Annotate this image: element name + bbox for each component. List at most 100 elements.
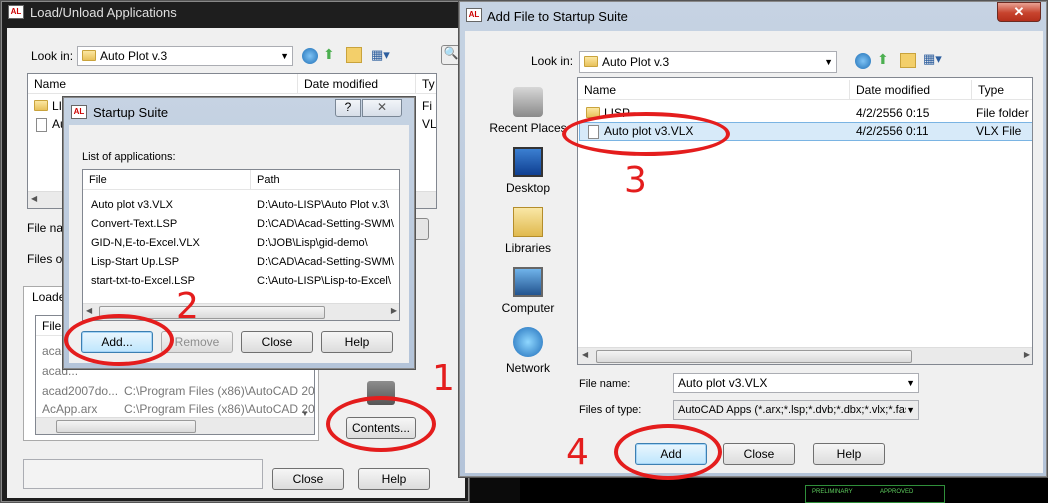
annotation-step-4: 4 <box>566 432 589 473</box>
help-button-label: Help <box>836 447 862 461</box>
place-recent-places[interactable]: Recent Places <box>483 87 573 135</box>
file-row-date: 4/2/2556 0:15 <box>856 106 930 120</box>
view-menu-icon[interactable]: ▦▾ <box>371 47 395 63</box>
back-icon[interactable] <box>302 48 318 64</box>
folder-icon <box>584 56 598 67</box>
desktop-icon <box>513 147 543 177</box>
horizontal-scrollbar[interactable] <box>36 417 314 434</box>
folder-icon <box>82 50 96 61</box>
scroll-down-icon[interactable]: ▼ <box>301 409 309 418</box>
look-in-value: Auto Plot v.3 <box>602 55 670 69</box>
scroll-thumb[interactable] <box>56 420 196 433</box>
place-label: Computer <box>501 301 555 315</box>
close-title-button[interactable]: ✕ <box>362 99 402 117</box>
file-row-type: Fi <box>422 99 432 113</box>
place-computer[interactable]: Computer <box>483 267 573 315</box>
loaded-row-file[interactable]: AcApp.arx <box>42 400 122 418</box>
chevron-down-icon: ▼ <box>280 51 289 61</box>
annotation-circle-add <box>64 314 174 366</box>
loaded-row-path: C:\Program Files (x86)\AutoCAD 20... <box>124 402 314 416</box>
place-label: Recent Places <box>489 121 567 135</box>
close-button-label: Close <box>292 472 324 486</box>
close-title-button[interactable]: ✕ <box>997 2 1041 22</box>
file-row-type: File folder <box>976 106 1029 120</box>
help-button[interactable]: Help <box>358 468 430 490</box>
back-icon[interactable] <box>855 53 871 69</box>
close-button-label: Close <box>261 335 293 349</box>
close-button[interactable]: Close <box>723 443 795 465</box>
file-icon <box>36 118 47 132</box>
column-header-date[interactable]: Date modified <box>850 80 972 100</box>
close-button-label: Close <box>743 447 775 461</box>
scroll-right-icon[interactable]: ▶ <box>1024 350 1030 359</box>
file-name-input[interactable]: Auto plot v3.VLX ▼ <box>673 373 919 393</box>
status-field <box>23 459 263 489</box>
place-network[interactable]: Network <box>483 327 573 375</box>
place-desktop[interactable]: Desktop <box>483 147 573 195</box>
column-header-type[interactable]: Type <box>972 80 1032 100</box>
scroll-left-icon[interactable]: ◀ <box>31 194 37 203</box>
look-in-dropdown[interactable]: Auto Plot v.3 ▼ <box>579 51 837 73</box>
startup-row-file[interactable]: Convert-Text.LSP <box>91 215 251 233</box>
file-row-type: VL <box>422 117 437 131</box>
loaded-row-path: C:\Program Files (x86)\AutoCAD 20... <box>124 384 314 398</box>
column-header-file[interactable]: File <box>83 170 251 190</box>
annotation-step-1: 1 <box>432 358 455 399</box>
annotation-circle-file <box>562 112 730 156</box>
scroll-right-icon[interactable]: ▶ <box>391 306 397 315</box>
recent-places-icon <box>513 87 543 117</box>
files-of-type-dropdown[interactable]: AutoCAD Apps (*.arx;*.lsp;*.dvb;*.dbx;*.… <box>673 400 919 420</box>
look-in-label: Look in: <box>531 54 574 68</box>
annotation-step-2: 2 <box>176 286 199 327</box>
scroll-thumb[interactable] <box>596 350 912 363</box>
column-header-type[interactable]: Ty <box>416 74 436 94</box>
column-header-path[interactable]: Path <box>251 170 399 190</box>
list-of-applications-label: List of applications: <box>82 151 176 163</box>
startup-row-path: C:\Auto-LISP\Lisp-to-Excel\ <box>257 275 391 287</box>
cad-label-approved: APPROVED <box>880 489 914 495</box>
help-button-label: Help <box>381 472 407 486</box>
file-row-type: VLX File <box>976 124 1022 138</box>
column-header-name[interactable]: Name <box>28 74 298 94</box>
startup-row-file[interactable]: GID-N,E-to-Excel.VLX <box>91 234 251 252</box>
help-title-button[interactable]: ? <box>335 99 361 117</box>
new-folder-icon[interactable] <box>346 47 362 63</box>
annotation-circle-contents <box>326 396 436 452</box>
up-folder-icon[interactable]: ⬆ <box>323 46 339 64</box>
close-button[interactable]: Close <box>272 468 344 490</box>
files-of-type-value: AutoCAD Apps (*.arx;*.lsp;*.dvb;*.dbx;*.… <box>678 404 911 416</box>
libraries-icon <box>513 207 543 237</box>
place-label: Libraries <box>504 241 552 255</box>
question-icon: ? <box>344 100 352 114</box>
network-icon <box>513 327 543 357</box>
place-libraries[interactable]: Libraries <box>483 207 573 255</box>
close-button[interactable]: Close <box>241 331 313 353</box>
add-file-dialog: AL Add File to Startup Suite ✕ Look in: … <box>458 0 1048 478</box>
help-button-label: Help <box>344 335 370 349</box>
dialog-title: Load/Unload Applications <box>30 5 177 20</box>
startup-row-file[interactable]: start-txt-to-Excel.LSP <box>91 272 251 290</box>
chevron-down-icon: ▼ <box>906 378 915 388</box>
scroll-left-icon[interactable]: ◀ <box>86 306 92 315</box>
startup-row-file[interactable]: Auto plot v3.VLX <box>91 196 251 214</box>
autocad-app-icon: AL <box>466 8 482 22</box>
scroll-left-icon[interactable]: ◀ <box>582 350 588 359</box>
chevron-down-icon: ▼ <box>906 401 915 419</box>
new-folder-icon[interactable] <box>900 53 916 68</box>
column-header-name[interactable]: Name <box>578 80 850 100</box>
startup-row-path: D:\CAD\Acad-Setting-SWM\ <box>257 256 394 268</box>
column-header-date[interactable]: Date modified <box>298 74 416 94</box>
remove-button-label: Remove <box>174 335 220 349</box>
startup-apps-list[interactable]: File Path Auto plot v3.VLX D:\Auto-LISP\… <box>82 169 400 321</box>
close-icon: ✕ <box>376 100 388 114</box>
up-folder-icon[interactable]: ⬆ <box>877 51 893 69</box>
view-menu-icon[interactable]: ▦▾ <box>923 51 949 67</box>
horizontal-scrollbar[interactable]: ◀ ▶ <box>578 347 1032 364</box>
look-in-dropdown[interactable]: Auto Plot v.3 ▼ <box>77 46 293 66</box>
annotation-step-3: 3 <box>624 160 647 201</box>
loaded-row-file[interactable]: acad2007do... <box>42 382 124 400</box>
help-button[interactable]: Help <box>321 331 393 353</box>
startup-row-file[interactable]: Lisp-Start Up.LSP <box>91 253 251 271</box>
help-button[interactable]: Help <box>813 443 885 465</box>
file-name-value: Auto plot v3.VLX <box>678 376 768 390</box>
